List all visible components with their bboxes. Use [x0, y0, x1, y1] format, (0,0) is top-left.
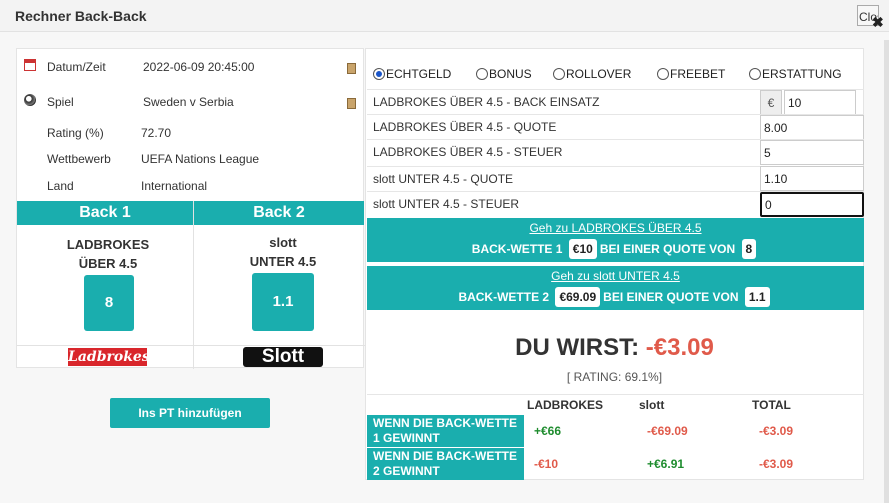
tax1-input[interactable] — [760, 140, 864, 165]
back-bet-1-label: BACK-WETTE 1 — [471, 242, 563, 256]
result-amount: -€3.09 — [645, 334, 714, 361]
table-header-ladbrokes: LADBROKES — [527, 398, 604, 412]
back2-header: Back 2 — [194, 201, 364, 225]
wettbewerb-label: Wettbewerb — [47, 152, 111, 166]
odds-label: BEI EINER QUOTE VON — [599, 242, 736, 256]
back-bet-2-odds: 1.1 — [744, 287, 770, 307]
radio-label: ROLLOVER — [566, 67, 632, 81]
back1-odds[interactable]: 8 — [84, 275, 134, 331]
wettbewerb-value: UEFA Nations League — [141, 152, 260, 166]
back2-odds[interactable]: 1.1 — [252, 273, 314, 331]
table-cell: -€3.09 — [759, 424, 794, 438]
scrollbar[interactable] — [884, 40, 889, 503]
radio-echtgeld[interactable]: ECHTGELD — [373, 67, 451, 81]
spiel-label: Spiel — [47, 95, 74, 109]
back2-market: UNTER 4.5 — [249, 254, 317, 269]
field-label: LADBROKES ÜBER 4.5 - BACK EINSATZ — [373, 95, 600, 109]
back-bet-2-summary: BACK-WETTE 2 €69.09 BEI EINER QUOTE VON 1… — [367, 287, 864, 307]
radio-dot[interactable] — [657, 68, 669, 80]
back1-market: ÜBER 4.5 — [78, 256, 138, 271]
wettbewerb-row: Wettbewerb UEFA Nations League — [17, 149, 365, 173]
back1-bookmaker: LADBROKES ÜBER 4.5 — [17, 235, 199, 273]
stake-input[interactable] — [784, 90, 856, 115]
radio-dot[interactable] — [373, 68, 385, 80]
table-header-total: TOTAL — [752, 398, 791, 412]
radio-bonus[interactable]: BONUS — [476, 67, 532, 81]
radio-erstattung[interactable]: ERSTATTUNG — [749, 67, 842, 81]
radio-label: ERSTATTUNG — [762, 67, 842, 81]
datum-label: Datum/Zeit — [47, 60, 106, 74]
table-cell: -€69.09 — [647, 424, 688, 438]
tax2-input[interactable] — [760, 192, 864, 217]
table-cell: +€66 — [534, 424, 562, 438]
back2-bookmaker: slott UNTER 4.5 — [193, 233, 373, 271]
land-value: International — [141, 179, 208, 193]
back-bet-2-label: BACK-WETTE 2 — [458, 290, 550, 304]
slott-logo[interactable]: Slott — [243, 347, 323, 367]
back-bet-2-banner: Geh zu slott UNTER 4.5 BACK-WETTE 2 €69.… — [367, 266, 864, 310]
currency-addon: € — [760, 90, 782, 115]
goto-ladbrokes-link[interactable]: Geh zu LADBROKES ÜBER 4.5 — [367, 221, 864, 235]
column-divider — [193, 201, 194, 369]
back-bet-1-banner: Geh zu LADBROKES ÜBER 4.5 BACK-WETTE 1 €… — [367, 218, 864, 262]
rating-value: 72.70 — [141, 126, 172, 140]
calculator-panel: ECHTGELD BONUS ROLLOVER FREEBET ERSTATTU… — [365, 48, 864, 480]
land-row: Land International — [17, 176, 365, 200]
table-cell: +€6.91 — [647, 457, 685, 471]
divider — [367, 394, 864, 395]
radio-dot[interactable] — [749, 68, 761, 80]
spiel-value: Sweden v Serbia — [143, 95, 234, 109]
odds-label: BEI EINER QUOTE VON — [603, 290, 739, 304]
dialog-title: Rechner Back-Back — [15, 8, 147, 24]
back-bet-2-stake: €69.09 — [555, 287, 601, 307]
back-bet-1-summary: BACK-WETTE 1 €10 BEI EINER QUOTE VON 8 — [367, 239, 864, 259]
field-label: slott UNTER 4.5 - QUOTE — [373, 172, 514, 186]
copy-icon[interactable] — [347, 98, 356, 109]
land-label: Land — [47, 179, 74, 193]
radio-label: FREEBET — [670, 67, 726, 81]
back1-header: Back 1 — [17, 201, 193, 225]
table-row-label: WENN DIE BACK-WETTE 1 GEWINNT — [367, 415, 524, 447]
radio-dot[interactable] — [553, 68, 565, 80]
logo-divider — [17, 345, 365, 346]
odds2-input[interactable] — [760, 166, 864, 191]
dialog-titlebar: Rechner Back-Back Close ✖ — [0, 0, 889, 32]
radio-label: BONUS — [489, 67, 532, 81]
odds1-input[interactable] — [760, 115, 864, 140]
rating-label: Rating (%) — [47, 126, 104, 140]
table-cell: -€3.09 — [759, 457, 794, 471]
table-header-slott: slott — [639, 398, 665, 412]
calendar-icon — [24, 59, 36, 71]
radio-freebet[interactable]: FREEBET — [657, 67, 725, 81]
result-rating: [ RATING: 69.1%] — [566, 370, 663, 384]
table-cell: -€10 — [534, 457, 559, 471]
datum-row: Datum/Zeit 2022-06-09 20:45:00 — [17, 57, 365, 81]
ladbrokes-logo[interactable]: Ladbrokes — [68, 348, 150, 366]
back1-bookmaker-name: LADBROKES — [66, 237, 150, 252]
back-bet-1-odds: 8 — [741, 239, 757, 259]
result-summary: DU WIRST: -€3.09 — [366, 334, 863, 362]
radio-rollover[interactable]: ROLLOVER — [553, 67, 631, 81]
back-bet-1-stake: €10 — [568, 239, 597, 259]
datum-value: 2022-06-09 20:45:00 — [143, 60, 255, 74]
goto-slott-link[interactable]: Geh zu slott UNTER 4.5 — [367, 269, 864, 283]
field-label: LADBROKES ÜBER 4.5 - QUOTE — [373, 120, 557, 134]
close-icon[interactable]: ✖ — [872, 14, 884, 31]
field-label: LADBROKES ÜBER 4.5 - STEUER — [373, 145, 563, 159]
rating-row: Rating (%) 72.70 — [17, 123, 365, 147]
spiel-row: Spiel Sweden v Serbia — [17, 92, 365, 116]
football-icon — [24, 94, 36, 106]
add-to-pt-button[interactable]: Ins PT hinzufügen — [110, 398, 270, 428]
table-row-label: WENN DIE BACK-WETTE 2 GEWINNT — [367, 448, 524, 480]
result-label: DU WIRST: — [515, 334, 640, 361]
event-info-panel: Datum/Zeit 2022-06-09 20:45:00 Spiel Swe… — [16, 48, 365, 369]
copy-icon[interactable] — [347, 63, 356, 74]
back2-bookmaker-name: slott — [269, 235, 297, 250]
field-label: slott UNTER 4.5 - STEUER — [373, 197, 520, 211]
radio-dot[interactable] — [476, 68, 488, 80]
radio-label: ECHTGELD — [386, 67, 452, 81]
